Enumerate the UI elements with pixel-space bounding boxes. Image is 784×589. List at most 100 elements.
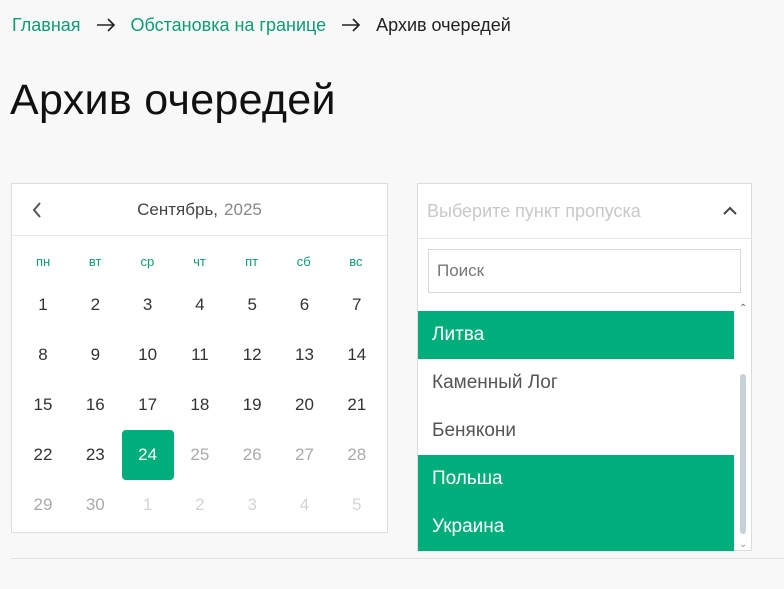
weekday-label: ср — [140, 254, 155, 269]
calendar-day[interactable]: 8 — [17, 330, 69, 380]
calendar-day[interactable]: 27 — [278, 430, 330, 480]
checkpoint-option[interactable]: Бенякони — [418, 407, 734, 455]
calendar-day[interactable]: 18 — [174, 380, 226, 430]
calendar-header: Сентябрь, 2025 — [12, 184, 387, 236]
breadcrumb-section-link[interactable]: Обстановка на границе — [131, 14, 327, 36]
divider — [11, 558, 784, 559]
calendar-day[interactable]: 11 — [174, 330, 226, 380]
weekday-label: вт — [88, 254, 102, 269]
calendar-day[interactable]: 13 — [278, 330, 330, 380]
calendar-month[interactable]: Сентябрь, — [137, 200, 218, 220]
calendar-day[interactable]: 6 — [278, 280, 330, 330]
calendar-day-number: 18 — [190, 395, 210, 414]
calendar-day-number: 27 — [295, 445, 314, 464]
calendar-day[interactable]: 29 — [17, 480, 69, 530]
calendar-days: 1 2 3 4 5 6 7 8 9 10 11 12 13 14 15 16 17 18 19 20 21 22 23 24 2… — [12, 280, 387, 530]
breadcrumb: Главная Обстановка на границе Архив очер… — [12, 14, 511, 36]
calendar-day[interactable]: 30 — [69, 480, 121, 530]
calendar-day-number: 12 — [242, 345, 262, 364]
calendar-year[interactable]: 2025 — [224, 200, 262, 220]
calendar-day-number: 15 — [33, 395, 53, 414]
breadcrumb-home-link[interactable]: Главная — [12, 14, 81, 36]
calendar-day[interactable]: 21 — [331, 380, 383, 430]
calendar-day[interactable]: 19 — [226, 380, 278, 430]
calendar-day-number: 4 — [299, 495, 310, 514]
calendar-day-number: 19 — [242, 395, 262, 414]
checkpoint-option[interactable]: Каменный Лог — [418, 359, 734, 407]
calendar-day[interactable]: 7 — [331, 280, 383, 330]
calendar-day-number: 28 — [347, 445, 367, 464]
scroll-up-icon[interactable]: ⌃ — [739, 304, 747, 314]
calendar-day[interactable]: 4 — [174, 280, 226, 330]
weekday-label: вс — [349, 254, 363, 269]
calendar-day-number: 8 — [38, 345, 48, 364]
checkpoint-placeholder: Выберите пункт пропуска — [427, 200, 641, 221]
weekday-label: пт — [245, 254, 259, 269]
calendar-day[interactable]: 17 — [122, 380, 174, 430]
calendar-day-number: 20 — [295, 395, 314, 414]
checkpoint-option[interactable]: Украина — [418, 503, 734, 551]
calendar-day-number: 1 — [38, 295, 48, 314]
calendar-day: 3 — [226, 480, 278, 530]
calendar-day-number: 22 — [33, 445, 53, 464]
weekday-label: сб — [296, 254, 311, 269]
calendar-day[interactable]: 16 — [69, 380, 121, 430]
chevron-up-icon[interactable] — [721, 202, 739, 220]
calendar-day[interactable]: 28 — [331, 430, 383, 480]
calendar-day-number: 21 — [347, 395, 367, 414]
calendar-day-number: 4 — [195, 295, 205, 314]
arrow-right-icon — [340, 14, 362, 36]
calendar-day-number: 29 — [33, 495, 53, 514]
calendar-day[interactable]: 1 — [17, 280, 69, 330]
weekday-label: чт — [193, 254, 206, 269]
calendar-day[interactable]: 12 — [226, 330, 278, 380]
calendar-day-number: 26 — [242, 445, 262, 464]
calendar-day-number: 30 — [85, 495, 105, 514]
breadcrumb-current: Архив очередей — [376, 15, 511, 35]
page-title: Архив очередей — [10, 76, 336, 124]
checkpoint-scrollbar[interactable]: ⌃ ⌄ — [737, 304, 749, 550]
chevron-left-icon[interactable] — [28, 200, 46, 220]
arrow-right-icon — [95, 14, 117, 36]
calendar-day[interactable]: 3 — [122, 280, 174, 330]
calendar-day[interactable]: 26 — [226, 430, 278, 480]
calendar-weekdays: пн вт ср чт пт сб вс — [12, 254, 387, 274]
calendar-day[interactable]: 9 — [69, 330, 121, 380]
calendar-day[interactable]: 10 — [122, 330, 174, 380]
calendar-day-number: 7 — [352, 295, 362, 314]
calendar-day-number: 17 — [138, 395, 158, 414]
calendar-day-number: 2 — [195, 495, 205, 514]
checkpoint-search-input[interactable] — [428, 249, 741, 293]
calendar-day: 1 — [122, 480, 174, 530]
checkpoint-option[interactable]: Литва — [418, 311, 734, 359]
calendar-day-number: 5 — [247, 295, 257, 314]
checkpoint-select[interactable]: Выберите пункт пропуска — [418, 184, 751, 239]
calendar-day[interactable]: 25 — [174, 430, 226, 480]
calendar-day[interactable]: 15 — [17, 380, 69, 430]
calendar-day: 5 — [331, 480, 383, 530]
calendar-day-selected[interactable]: 24 — [121, 430, 174, 480]
calendar-day-number: 14 — [347, 345, 367, 364]
calendar-day-number: 25 — [190, 445, 210, 464]
checkpoint-option[interactable]: Польша — [418, 455, 734, 503]
calendar-day[interactable]: 20 — [278, 380, 330, 430]
calendar-day[interactable]: 23 — [69, 430, 121, 480]
calendar-day-number: 23 — [85, 445, 105, 464]
checkpoint-list: Литва Каменный Лог Бенякони Польша Украина — [418, 311, 734, 551]
calendar-day-number: 24 — [121, 430, 174, 480]
calendar-day[interactable]: 22 — [17, 430, 69, 480]
calendar-day-number: 13 — [295, 345, 314, 364]
calendar-day[interactable]: 14 — [331, 330, 383, 380]
scroll-down-icon[interactable]: ⌄ — [739, 540, 747, 550]
calendar-day: 4 — [278, 480, 330, 530]
checkpoint-dropdown: Выберите пункт пропуска ЛитваКаменный Ло… — [417, 183, 752, 551]
calendar-day-number: 3 — [247, 495, 257, 514]
calendar-day[interactable]: 2 — [69, 280, 121, 330]
calendar-day-number: 5 — [352, 495, 362, 514]
weekday-label: пн — [35, 254, 51, 269]
calendar-day[interactable]: 5 — [226, 280, 278, 330]
calendar-day: 2 — [174, 480, 226, 530]
calendar-day-number: 3 — [142, 295, 153, 314]
scrollbar-thumb[interactable] — [740, 374, 746, 534]
calendar-day-number: 10 — [138, 345, 158, 364]
